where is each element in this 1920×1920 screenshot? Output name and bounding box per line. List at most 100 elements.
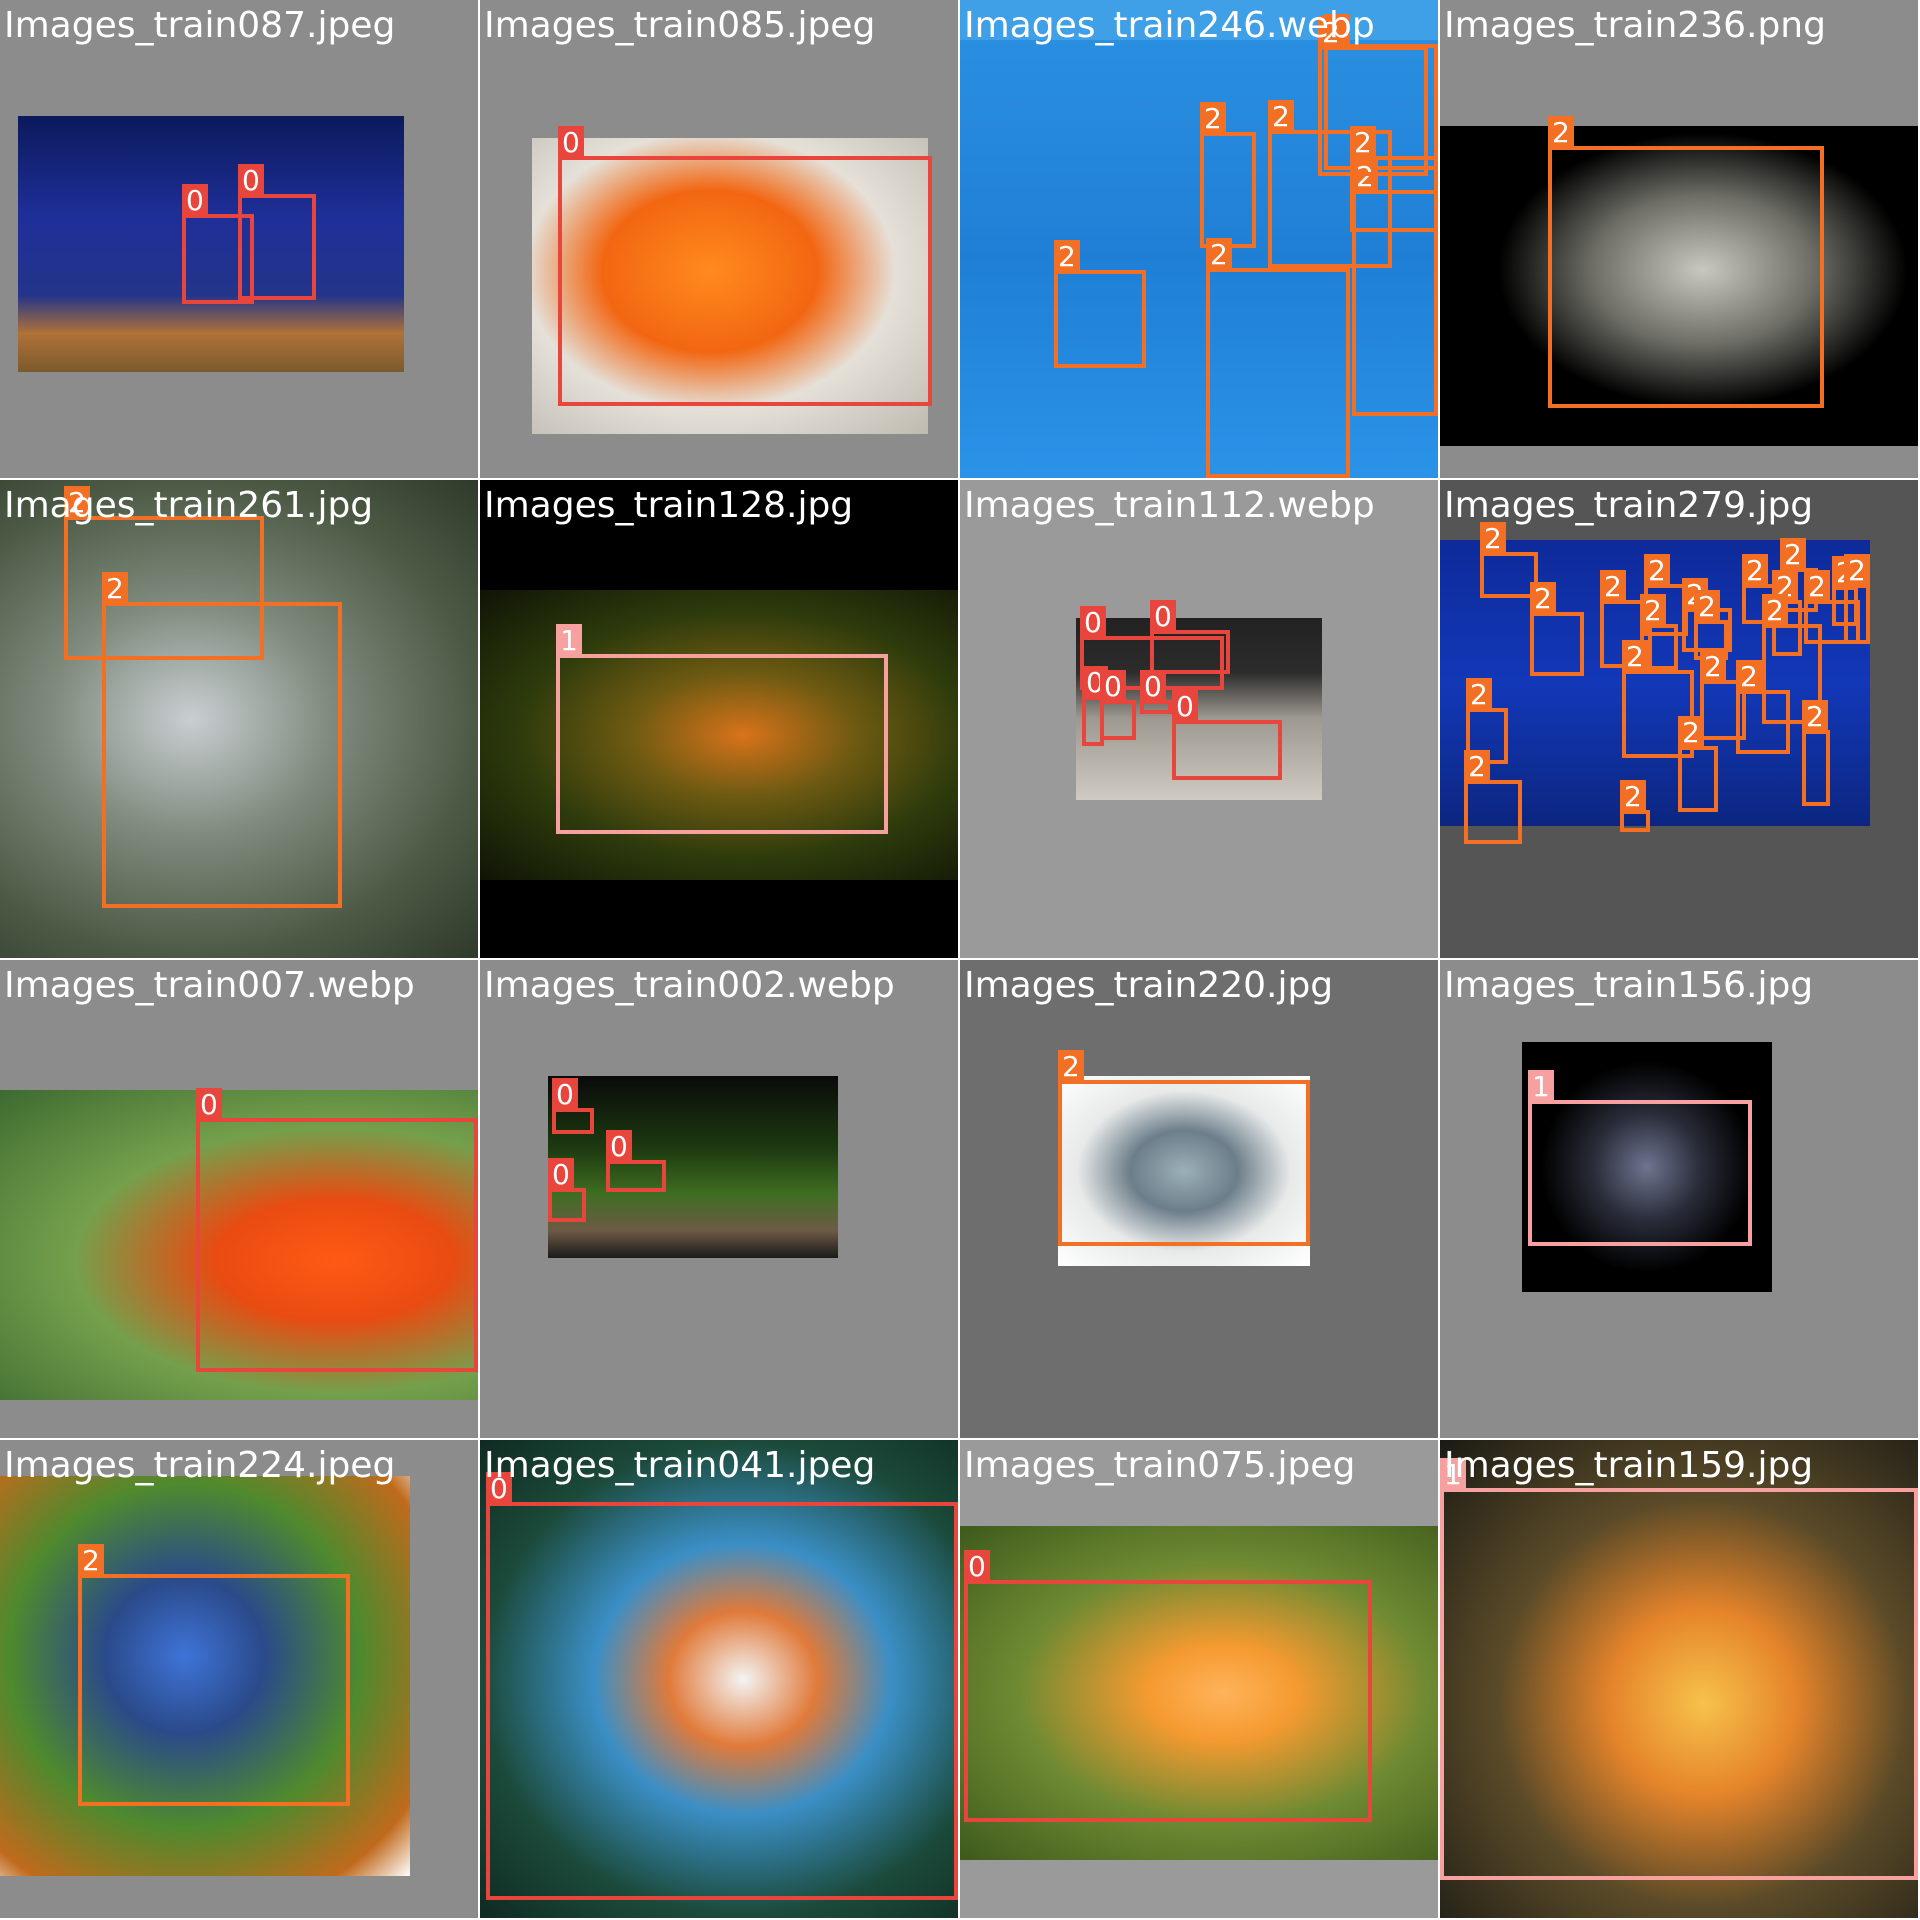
detection-box: 1 (1440, 1458, 1918, 1880)
detection-box: 2 (78, 1544, 350, 1806)
detection-box: 0 (1172, 690, 1282, 780)
detection-box: 0 (486, 1472, 958, 1900)
class-label: 0 (1080, 606, 1106, 640)
class-label: 2 (1802, 700, 1828, 734)
mosaic-tile: Images_train075.jpeg 0 (960, 1440, 1438, 1918)
class-label: 2 (1548, 116, 1574, 150)
mosaic-tile: Images_train007.webp 0 (0, 960, 478, 1438)
detection-box: 0 (1140, 670, 1172, 714)
image-filename: Images_train236.png (1444, 5, 1826, 46)
detection-box: 2 (1736, 660, 1790, 754)
class-label: 0 (1172, 690, 1198, 724)
class-label: 2 (1464, 750, 1490, 784)
detection-box: 0 (238, 164, 316, 300)
mosaic-tile: Images_train085.jpeg 0 (480, 0, 958, 478)
class-label: 2 (1620, 780, 1646, 814)
class-label: 2 (1206, 238, 1232, 272)
class-label: 2 (78, 1544, 104, 1578)
mosaic-tile: Images_train159.jpg 1 (1440, 1440, 1918, 1918)
detection-box: 2 (1530, 582, 1584, 676)
image-filename: Images_train041.jpeg (484, 1445, 876, 1486)
detection-box: 0 (606, 1130, 666, 1192)
image-filename: Images_train156.jpg (1444, 965, 1814, 1006)
detection-box: 1 (556, 624, 888, 834)
detection-box: 2 (1844, 554, 1870, 644)
detection-box: 0 (964, 1550, 1372, 1822)
class-label: 2 (1804, 570, 1830, 604)
class-label: 0 (1150, 600, 1176, 634)
class-label: 2 (1844, 554, 1870, 588)
detection-box: 0 (552, 1078, 594, 1134)
mosaic-tile: Images_train220.jpg 2 (960, 960, 1438, 1438)
image-filename: Images_train224.jpeg (4, 1445, 396, 1486)
image-filename: Images_train159.jpg (1444, 1445, 1814, 1486)
class-label: 1 (556, 624, 582, 658)
detection-box: 0 (558, 126, 932, 406)
class-label: 0 (558, 126, 584, 160)
mosaic-tile: Images_train224.jpeg 2 (0, 1440, 478, 1918)
detection-box: 2 (1318, 16, 1428, 176)
detection-box: 2 (1206, 238, 1350, 478)
class-label: 2 (1058, 1050, 1084, 1084)
image-filename: Images_train075.jpeg (964, 1445, 1356, 1486)
mosaic-tile: Images_train041.jpeg 0 (480, 1440, 958, 1918)
image-filename: Images_train085.jpeg (484, 5, 876, 46)
class-label: 0 (1100, 670, 1126, 704)
detection-box: 2 (1054, 240, 1146, 368)
detection-box: 0 (196, 1088, 478, 1372)
mosaic-tile: Images_train128.jpg 1 (480, 480, 958, 958)
mosaic-tile: Images_train087.jpeg 0 0 (0, 0, 478, 478)
image-filename: Images_train002.webp (484, 965, 895, 1006)
image-filename: Images_train246.webp (964, 5, 1375, 46)
image-filename: Images_train128.jpg (484, 485, 854, 526)
mosaic-tile: Images_train261.jpg 2 2 (0, 480, 478, 958)
mosaic-tile: Images_train279.jpg222222222222222222222… (1440, 480, 1918, 958)
class-label: 2 (1678, 716, 1704, 750)
class-label: 2 (102, 572, 128, 606)
image-filename: Images_train007.webp (4, 965, 415, 1006)
detection-box: 0 (1150, 600, 1230, 674)
detection-box: 2 (1548, 116, 1824, 408)
class-label: 2 (1694, 590, 1720, 624)
detection-box: 2 (102, 572, 342, 908)
class-label: 2 (1742, 554, 1768, 588)
image-filename: Images_train112.webp (964, 485, 1375, 526)
detection-box: 0 (1100, 670, 1136, 740)
class-label: 0 (548, 1158, 574, 1192)
class-label: 0 (1140, 670, 1166, 704)
mosaic-tile: Images_train112.webp 0 0 0 0 0 0 (960, 480, 1438, 958)
image-filename: Images_train087.jpeg (4, 5, 396, 46)
class-label: 2 (1736, 660, 1762, 694)
class-label: 2 (1780, 538, 1806, 572)
image-filename: Images_train279.jpg (1444, 485, 1814, 526)
mosaic-tile: Images_train236.png 2 (1440, 0, 1918, 478)
mosaic-tile: Images_train246.webp22222222 (960, 0, 1438, 478)
class-label: 0 (552, 1078, 578, 1112)
image-filename: Images_train220.jpg (964, 965, 1334, 1006)
detection-box: 2 (1058, 1050, 1310, 1246)
detection-box: 2 (1200, 102, 1256, 248)
class-label: 2 (1644, 554, 1670, 588)
mosaic-tile: Images_train156.jpg 1 (1440, 960, 1918, 1438)
class-label: 2 (1200, 102, 1226, 136)
class-label: 2 (1466, 678, 1492, 712)
class-label: 2 (1762, 594, 1788, 628)
mosaic-tile: Images_train002.webp 0 0 0 (480, 960, 958, 1438)
class-label: 0 (606, 1130, 632, 1164)
class-label: 2 (1700, 650, 1726, 684)
detection-box: 0 (548, 1158, 586, 1222)
detection-box: 2 (1802, 700, 1830, 806)
class-label: 2 (1600, 570, 1626, 604)
class-label: 2 (1530, 582, 1556, 616)
class-label: 0 (238, 164, 264, 198)
detection-box: 2 (1464, 750, 1522, 844)
class-label: 0 (196, 1088, 222, 1122)
class-label: 2 (1054, 240, 1080, 274)
class-label: 2 (1640, 594, 1666, 628)
class-label: 2 (1268, 100, 1294, 134)
image-filename: Images_train261.jpg (4, 485, 374, 526)
fish-photo (548, 1076, 838, 1258)
detection-box: 1 (1528, 1070, 1752, 1246)
class-label: 1 (1528, 1070, 1554, 1104)
class-label: 2 (1622, 640, 1648, 674)
